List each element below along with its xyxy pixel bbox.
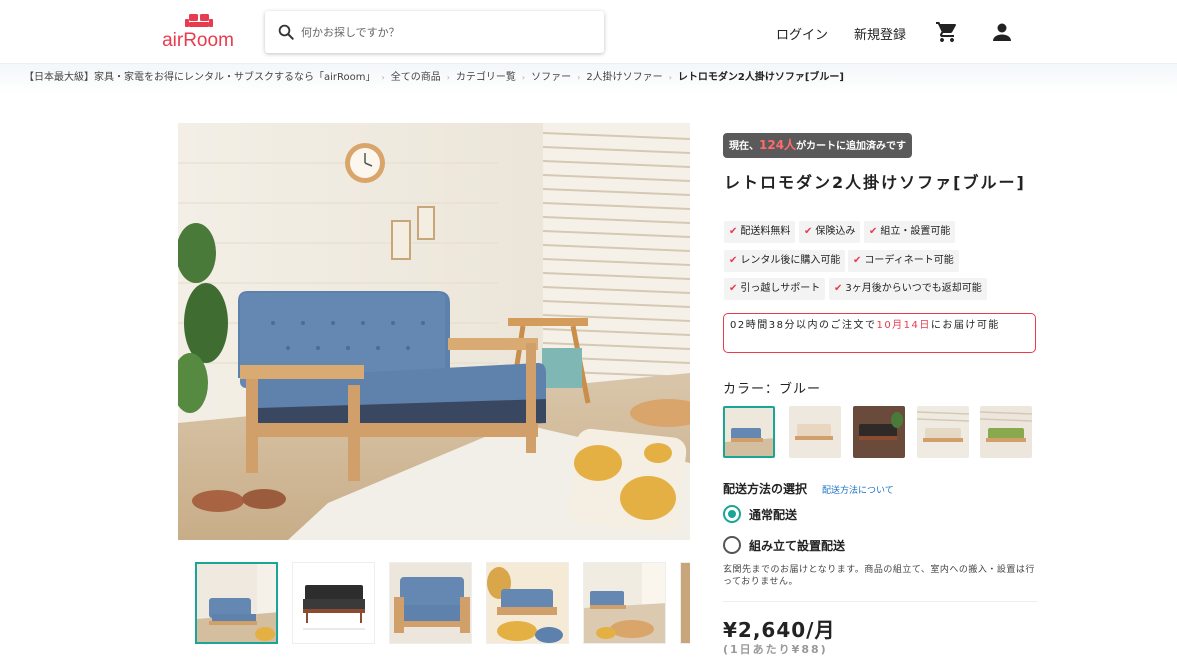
- shipping-info-link[interactable]: 配送方法について: [822, 483, 894, 496]
- divider: [723, 601, 1038, 602]
- user-account-icon[interactable]: [990, 20, 1014, 44]
- breadcrumb-separator: ›: [521, 73, 526, 82]
- logo-text: airRoom: [162, 30, 234, 51]
- breadcrumb-item-2seat[interactable]: 2人掛けソファー: [586, 68, 662, 83]
- search-input[interactable]: [301, 20, 591, 44]
- color-swatch-dark-brown[interactable]: [853, 406, 905, 458]
- login-link[interactable]: ログイン: [776, 24, 828, 43]
- feature-tag: ✔ コーディネート可能: [848, 250, 959, 272]
- feature-tag-label: 組立・設置可能: [880, 226, 951, 237]
- delivery-prefix: 02時間38分以内のご注文で: [730, 320, 877, 331]
- feature-tag: ✔ 保険込み: [799, 221, 861, 243]
- thumbnail-1-image: [197, 564, 276, 642]
- breadcrumb-item-all[interactable]: 全ての商品: [391, 68, 441, 83]
- site-header: airRoom ログイン 新規登録: [0, 0, 1177, 64]
- check-icon: ✔: [729, 226, 738, 237]
- feature-tag: ✔ 引っ越しサポート: [724, 278, 826, 300]
- thumbnail-6[interactable]: [680, 562, 690, 644]
- shipping-note: 玄関先までのお届けとなります。商品の組立て、室内への搬入・設置は行っておりません…: [723, 565, 1035, 587]
- color-swatch-beige-image: [789, 406, 841, 458]
- breadcrumb-item-sofa[interactable]: ソファー: [531, 68, 571, 83]
- breadcrumb-item-home[interactable]: 【日本最大級】家具・家電をお得にレンタル・サブスクするなら「airRoom」: [24, 68, 376, 83]
- cart-icon[interactable]: [935, 20, 959, 44]
- monthly-price: ¥2,640/月: [723, 618, 836, 642]
- airroom-logo[interactable]: airRoom: [160, 13, 236, 51]
- feature-tag-label: コーディネート可能: [864, 255, 954, 266]
- thumbnail-4[interactable]: [486, 562, 569, 644]
- check-icon: ✔: [869, 226, 878, 237]
- shipping-option-assembly[interactable]: 組み立て設置配送: [749, 537, 845, 554]
- breadcrumb-separator: ›: [577, 73, 581, 82]
- breadcrumb: 【日本最大級】家具・家電をお得にレンタル・サブスクするなら「airRoom」 › 全…: [0, 64, 1177, 94]
- breadcrumb-item-category[interactable]: カテゴリー覧: [456, 68, 516, 83]
- breadcrumb-separator: ›: [446, 73, 450, 82]
- main-product-image[interactable]: [178, 123, 690, 540]
- shipping-radio-assembly[interactable]: [723, 536, 741, 554]
- cart-badge-count: 124人: [759, 138, 797, 152]
- search-icon: [278, 24, 294, 40]
- check-icon: ✔: [729, 283, 738, 294]
- delivery-suffix: にお届け可能: [930, 320, 1000, 331]
- feature-tag: ✔ 組立・設置可能: [864, 221, 956, 243]
- thumbnail-5[interactable]: [583, 562, 666, 644]
- color-label: カラー：ブルー: [723, 382, 822, 397]
- color-swatch-blue[interactable]: [723, 406, 775, 458]
- feature-tag-label: 3ヶ月後からいつでも返却可能: [845, 283, 982, 294]
- thumbnail-strip: [195, 562, 690, 646]
- check-icon: ✔: [729, 255, 738, 266]
- search-box[interactable]: [265, 11, 604, 53]
- breadcrumb-current: レトロモダン2人掛けソファ[ブルー]: [677, 72, 844, 83]
- feature-tag-label: レンタル後に購入可能: [740, 255, 841, 266]
- thumbnail-2-image: [293, 563, 374, 643]
- color-swatch-light-beige-image: [917, 406, 969, 458]
- feature-tag-label: 引っ越しサポート: [740, 283, 821, 294]
- shipping-method-label: 配送方法の選択: [723, 482, 808, 496]
- check-icon: ✔: [834, 283, 843, 294]
- cushion-illustration: [569, 428, 687, 533]
- cart-count-badge: 現在、124人がカートに追加済みです: [723, 133, 913, 158]
- shipping-option-standard[interactable]: 通常配送: [749, 506, 797, 523]
- color-swatch-light-beige[interactable]: [917, 406, 969, 458]
- sofa-logo-icon: [185, 14, 213, 27]
- check-icon: ✔: [804, 226, 813, 237]
- thumbnail-5-image: [584, 563, 665, 643]
- color-swatch-blue-image: [725, 408, 773, 456]
- signup-link[interactable]: 新規登録: [854, 24, 906, 43]
- delivery-estimate-box: 02時間38分以内のご注文で10月14日にお届け可能: [723, 313, 1036, 353]
- feature-tag-label: 配送料無料: [740, 226, 791, 237]
- feature-tag-label: 保険込み: [815, 226, 856, 237]
- product-title: レトロモダン2人掛けソファ[ブルー]: [724, 173, 1026, 192]
- thumbnail-6-image: [681, 563, 690, 643]
- cart-badge-suffix: がカートに追加済みです: [796, 141, 907, 152]
- thumbnail-4-image: [487, 563, 568, 643]
- color-swatch-green[interactable]: [980, 406, 1032, 458]
- breadcrumb-separator: ›: [668, 73, 672, 82]
- color-swatch-dark-brown-image: [853, 406, 905, 458]
- thumbnail-1[interactable]: [195, 562, 278, 644]
- color-swatch-beige[interactable]: [789, 406, 841, 458]
- check-icon: ✔: [853, 255, 862, 266]
- color-swatch-green-image: [980, 406, 1032, 458]
- thumbnail-3[interactable]: [389, 562, 472, 644]
- cart-badge-prefix: 現在、: [729, 141, 759, 152]
- thumbnail-2[interactable]: [292, 562, 375, 644]
- thumbnail-3-image: [390, 563, 471, 643]
- breadcrumb-separator: ›: [381, 73, 385, 82]
- feature-tag: ✔ 3ヶ月後からいつでも返却可能: [829, 278, 987, 300]
- feature-tag: ✔ レンタル後に購入可能: [724, 250, 846, 272]
- sofa-photo: [178, 123, 690, 540]
- feature-tag: ✔ 配送料無料: [724, 221, 796, 243]
- shipping-radio-standard[interactable]: [723, 505, 741, 523]
- delivery-date: 10月14日: [876, 320, 931, 331]
